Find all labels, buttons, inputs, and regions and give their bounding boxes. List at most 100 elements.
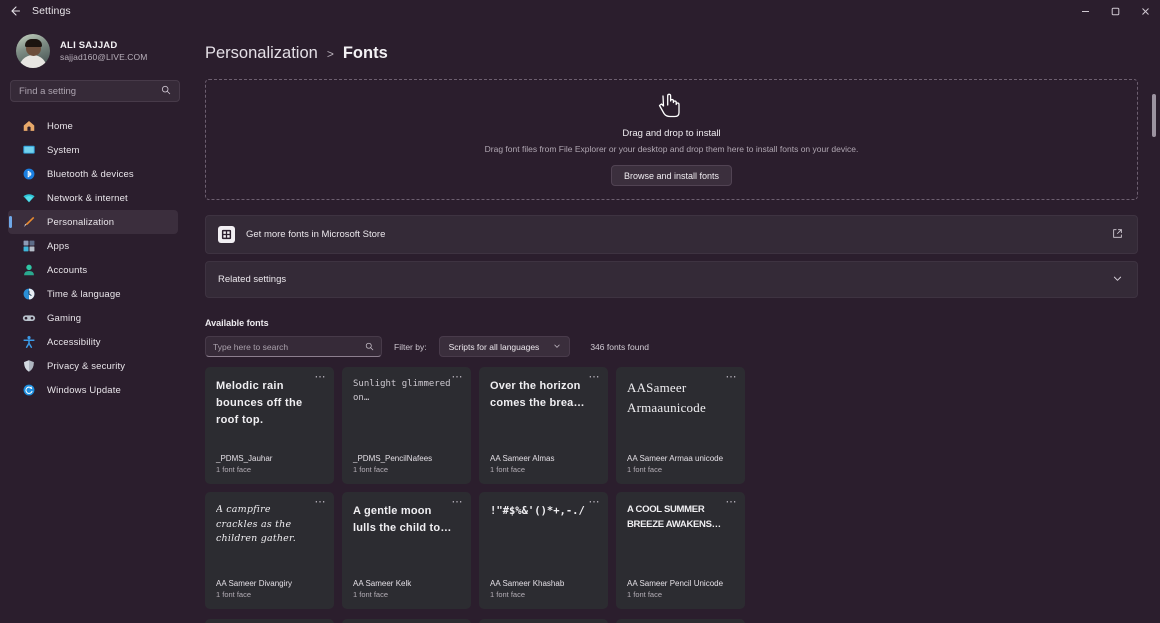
- font-face-count: 1 font face: [627, 589, 663, 599]
- breadcrumb-separator: >: [326, 47, 334, 61]
- page-title: Fonts: [342, 44, 388, 62]
- gamepad-icon: [21, 311, 36, 326]
- font-card[interactable]: ⋯ A gentle moon lulls the child to… AA S…: [342, 492, 471, 609]
- avatar: [16, 34, 50, 68]
- more-options-icon[interactable]: ⋯: [315, 497, 327, 508]
- font-card[interactable]: ⋯ Sunlight glimmered on… _PDMS_PencilNaf…: [342, 367, 471, 484]
- more-options-icon[interactable]: ⋯: [315, 372, 327, 383]
- font-preview-text: Over the horizon comes the brea…: [490, 380, 585, 410]
- get-more-fonts-label: Get more fonts in Microsoft Store: [246, 229, 386, 240]
- sidebar-nav: Home System Bluetooth & devices Network …: [8, 114, 178, 402]
- font-card[interactable]: ⋯ Splendid fireworks: [205, 619, 334, 623]
- chevron-down-icon[interactable]: [1112, 271, 1123, 289]
- browse-and-install-fonts-button[interactable]: Browse and install fonts: [610, 165, 733, 187]
- font-name: AA Sameer Armaa unicode: [627, 454, 724, 464]
- dropzone-subtitle: Drag font files from File Explorer or yo…: [484, 143, 859, 154]
- font-card[interactable]: ⋯ Over the horizon comes the brea… AA Sa…: [479, 367, 608, 484]
- related-settings-row[interactable]: Related settings: [205, 261, 1138, 298]
- back-button[interactable]: [0, 0, 30, 22]
- more-options-icon[interactable]: ⋯: [726, 372, 738, 383]
- font-preview-text: AASameer Armaaunicode: [627, 380, 706, 416]
- sidebar-item-accessibility[interactable]: Accessibility: [8, 330, 178, 354]
- font-card[interactable]: ⋯ AASameer Armaaunicode AA Sameer Armaa …: [616, 367, 745, 484]
- search-input[interactable]: Find a setting: [10, 80, 180, 102]
- font-preview-text: !"#$%&'()*+,-./: [490, 505, 585, 517]
- vertical-scrollbar[interactable]: [1152, 46, 1157, 623]
- network-icon: [21, 191, 36, 206]
- account-card[interactable]: ALI SAJJAD sajjad160@LIVE.COM: [8, 22, 178, 78]
- font-card[interactable]: ⋯ !"#$%&'()*+,-./ AA Sameer Khashab 1 fo…: [479, 492, 608, 609]
- search-icon: [161, 85, 171, 97]
- font-name: _PDMS_PencilNafees: [353, 454, 433, 464]
- filter-by-label: Filter by:: [394, 341, 427, 352]
- breadcrumb-parent[interactable]: Personalization: [205, 44, 318, 63]
- sidebar-item-label: Accessibility: [47, 336, 101, 348]
- sidebar-item-label: System: [47, 144, 80, 156]
- sidebar-item-network-internet[interactable]: Network & internet: [8, 186, 178, 210]
- fonts-search-placeholder: Type here to search: [213, 341, 289, 352]
- font-preview-text: A campfire crackles as the children gath…: [216, 504, 296, 545]
- window-title: Settings: [32, 5, 71, 17]
- font-dropzone[interactable]: Drag and drop to install Drag font files…: [205, 79, 1138, 200]
- maximize-button[interactable]: [1100, 0, 1130, 22]
- font-face-count: 1 font face: [216, 589, 252, 599]
- window-body: ALI SAJJAD sajjad160@LIVE.COM Find a set…: [0, 22, 1160, 623]
- font-face-count: 1 font face: [490, 589, 526, 599]
- font-name: AA Sameer Almas: [490, 454, 555, 464]
- apps-icon: [21, 239, 36, 254]
- sidebar-item-windows-update[interactable]: Windows Update: [8, 378, 178, 402]
- sidebar-item-bluetooth-devices[interactable]: Bluetooth & devices: [8, 162, 178, 186]
- update-icon: [21, 383, 36, 398]
- font-card[interactable]: ⋯ A gentle moon: [616, 619, 745, 623]
- more-options-icon[interactable]: ⋯: [726, 497, 738, 508]
- scrollbar-thumb[interactable]: [1152, 94, 1156, 137]
- sidebar-item-apps[interactable]: Apps: [8, 234, 178, 258]
- sidebar-item-accounts[interactable]: Accounts: [8, 258, 178, 282]
- font-card[interactable]: ⋯ Melodic rain bounces off the roof top.…: [205, 367, 334, 484]
- close-button[interactable]: [1130, 0, 1160, 22]
- minimize-button[interactable]: [1070, 0, 1100, 22]
- sidebar: ALI SAJJAD sajjad160@LIVE.COM Find a set…: [0, 22, 188, 623]
- sidebar-item-time-language[interactable]: Time & language: [8, 282, 178, 306]
- sidebar-item-personalization[interactable]: Personalization: [8, 210, 178, 234]
- account-email: sajjad160@LIVE.COM: [60, 52, 148, 62]
- script-filter-value: Scripts for all languages: [448, 341, 540, 352]
- get-more-fonts-row[interactable]: Get more fonts in Microsoft Store: [205, 215, 1138, 254]
- sidebar-item-label: Time & language: [47, 288, 121, 300]
- font-face-count: 1 font face: [353, 464, 389, 474]
- fonts-search-input[interactable]: Type here to search: [205, 336, 382, 357]
- sidebar-item-label: Personalization: [47, 216, 115, 228]
- font-grid: ⋯ Melodic rain bounces off the roof top.…: [205, 367, 1138, 609]
- font-card[interactable]: ⋯ !"#$%&'()*+,./012345: [479, 619, 608, 623]
- font-card[interactable]: ⋯ A campfire crackles as the children ga…: [205, 492, 334, 609]
- fonts-found-count: 346 fonts found: [590, 341, 649, 352]
- more-options-icon[interactable]: ⋯: [589, 372, 601, 383]
- sidebar-item-home[interactable]: Home: [8, 114, 178, 138]
- sidebar-item-label: Accounts: [47, 264, 88, 276]
- clock-icon: [21, 287, 36, 302]
- window-controls: [1070, 0, 1160, 22]
- sidebar-item-gaming[interactable]: Gaming: [8, 306, 178, 330]
- external-link-icon: [1112, 226, 1123, 244]
- sidebar-item-privacy-security[interactable]: Privacy & security: [8, 354, 178, 378]
- font-name: AA Sameer Khashab: [490, 579, 565, 589]
- font-face-count: 1 font face: [490, 464, 526, 474]
- shield-icon: [21, 359, 36, 374]
- dropzone-title: Drag and drop to install: [622, 127, 721, 139]
- search-placeholder: Find a setting: [19, 85, 77, 97]
- more-options-icon[interactable]: ⋯: [589, 497, 601, 508]
- font-card[interactable]: ⋯ !’#$%'()*: [342, 619, 471, 623]
- font-card[interactable]: ⋯ A COOL SUMMER BREEZE AWAKENS… AA Samee…: [616, 492, 745, 609]
- font-preview-text: A COOL SUMMER BREEZE AWAKENS…: [627, 504, 721, 530]
- sidebar-item-system[interactable]: System: [8, 138, 178, 162]
- search-icon: [365, 338, 374, 356]
- more-options-icon[interactable]: ⋯: [452, 372, 464, 383]
- available-fonts-heading: Available fonts: [205, 318, 269, 328]
- microsoft-store-icon: [218, 226, 235, 243]
- content-pane: Personalization > Fonts Drag and drop to…: [188, 22, 1160, 623]
- brush-icon: [21, 215, 36, 230]
- script-filter-dropdown[interactable]: Scripts for all languages: [438, 336, 571, 357]
- more-options-icon[interactable]: ⋯: [452, 497, 464, 508]
- font-name: _PDMS_Jauhar: [216, 454, 273, 464]
- sidebar-item-label: Privacy & security: [47, 360, 126, 372]
